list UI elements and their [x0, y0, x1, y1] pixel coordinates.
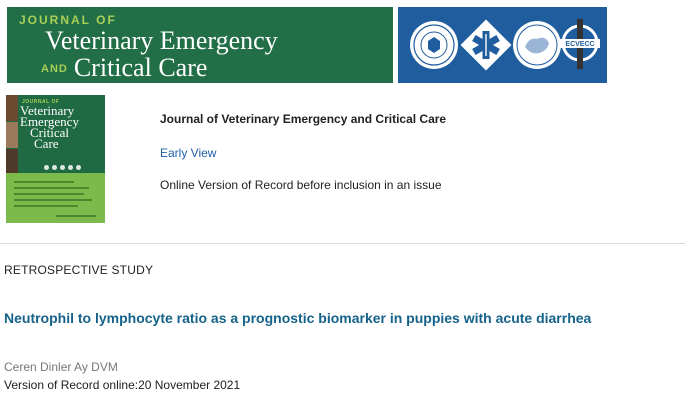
banner-journal-of: JOURNAL OF [19, 13, 117, 27]
cover-photo [6, 95, 18, 121]
version-of-record-note: Online Version of Record before inclusio… [160, 178, 442, 192]
banner-seals-panel: ECVECC [398, 7, 607, 83]
cover-photo [6, 122, 18, 148]
journal-banner[interactable]: JOURNAL OF Veterinary Emergency AND Criti… [7, 7, 607, 83]
cover-title: Veterinary Emergency Critical Care [20, 104, 79, 151]
banner-line-veterinary-emergency: Veterinary Emergency [45, 26, 278, 55]
version-of-record-date: Version of Record online:20 November 202… [4, 378, 241, 392]
cover-photo-strip [6, 95, 18, 175]
article-type: RETROSPECTIVE STUDY [4, 263, 154, 277]
ecvecc-logo-icon: ECVECC [560, 19, 600, 69]
banner-critical-care-text: Critical Care [73, 53, 208, 82]
author-name[interactable]: Ceren Dinler Ay DVM [4, 360, 118, 374]
ecvecc-badge-text: ECVECC [565, 41, 594, 48]
divider [0, 243, 685, 244]
europe-map-seal-icon [513, 21, 561, 69]
banner-title-panel: JOURNAL OF Veterinary Emergency AND Criti… [7, 7, 393, 83]
cover-title-line: Care [34, 136, 59, 151]
journal-name: Journal of Veterinary Emergency and Crit… [160, 112, 447, 126]
journal-cover-thumbnail[interactable]: JOURNAL OF Veterinary Emergency Critical… [6, 95, 105, 223]
banner-line-critical-care: AND Critical Care [41, 55, 207, 82]
banner-and: AND [41, 63, 68, 75]
society-seal-icon [410, 21, 458, 69]
early-view-link[interactable]: Early View [160, 146, 216, 160]
cover-dots [44, 157, 99, 170]
article-title-link[interactable]: Neutrophil to lymphocyte ratio as a prog… [4, 310, 591, 326]
star-of-life-icon [460, 19, 512, 71]
cover-contents-panel [6, 173, 105, 223]
cover-photo [6, 149, 18, 175]
